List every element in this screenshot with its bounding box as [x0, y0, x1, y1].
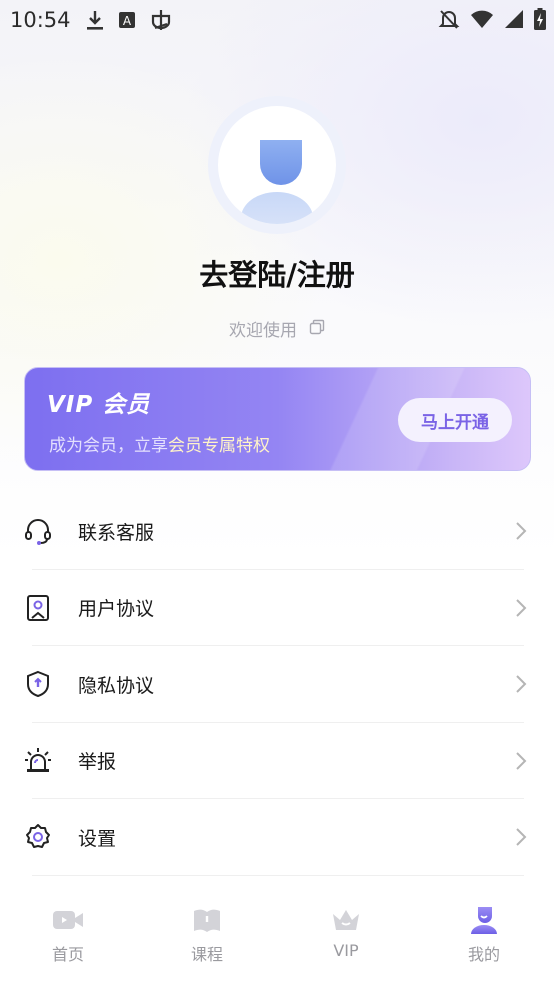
copy-icon[interactable] [309, 319, 325, 339]
signal-icon [504, 9, 524, 33]
nav-label: 我的 [467, 945, 500, 964]
bug-icon [149, 8, 173, 32]
chevron-right-icon [514, 674, 528, 694]
profile-icon [467, 903, 501, 937]
login-register-link[interactable]: 去登陆/注册 [0, 252, 554, 294]
battery-charging-icon [534, 8, 546, 34]
nav-tab-mine[interactable]: 我的 [424, 903, 544, 973]
menu-item-user-agreement[interactable]: 用户协议 [0, 570, 554, 646]
nav-tab-vip[interactable]: VIP [286, 903, 406, 973]
nav-tab-courses[interactable]: 课程 [147, 903, 267, 973]
nav-label: 首页 [51, 945, 84, 964]
default-avatar-icon [241, 140, 313, 224]
notifications-off-icon [438, 8, 460, 34]
crown-icon [329, 903, 363, 937]
settings-menu: 联系客服 用户协议 隐私协议 举报 设置 [0, 493, 554, 876]
vip-title: VIP 会员 [47, 392, 151, 418]
alarm-icon [24, 747, 52, 775]
open-vip-button[interactable]: 马上开通 [398, 398, 512, 442]
vip-card[interactable]: VIP 会员 成为会员，立享会员专属特权 马上开通 [24, 367, 531, 471]
menu-item-contact-support[interactable]: 联系客服 [0, 493, 554, 570]
menu-item-label: 举报 [78, 751, 117, 774]
menu-item-label: 联系客服 [78, 521, 155, 544]
menu-item-label: 用户协议 [78, 598, 155, 621]
chevron-right-icon [514, 521, 528, 541]
chevron-right-icon [514, 598, 528, 618]
status-right-icons [438, 8, 546, 34]
download-icon [85, 8, 105, 32]
status-bar: 10:54 A [0, 0, 554, 40]
nav-tab-home[interactable]: 首页 [8, 903, 128, 973]
menu-item-report[interactable]: 举报 [0, 723, 554, 799]
menu-item-label: 隐私协议 [78, 674, 155, 697]
book-icon [190, 903, 224, 937]
vip-subtitle-prefix: 成为会员，立享 [49, 436, 168, 456]
welcome-text: 欢迎使用 [229, 321, 297, 341]
menu-item-settings[interactable]: 设置 [0, 799, 554, 876]
vip-subtitle-highlight: 会员专属特权 [168, 436, 270, 456]
vip-subtitle: 成为会员，立享会员专属特权 [49, 431, 270, 456]
chevron-right-icon [514, 827, 528, 847]
status-time: 10:54 [10, 8, 71, 32]
svg-text:A: A [122, 14, 131, 28]
nav-label: 课程 [190, 945, 223, 964]
divider [32, 874, 524, 876]
bottom-navigation: 首页 课程 VIP 我的 [0, 895, 554, 986]
a-box-icon: A [117, 8, 137, 32]
headset-icon [24, 517, 52, 546]
video-camera-icon [51, 903, 85, 937]
wifi-icon [470, 9, 494, 33]
menu-item-label: 设置 [78, 827, 117, 850]
user-agreement-icon [24, 594, 52, 622]
shield-icon [24, 670, 52, 698]
welcome-row: 欢迎使用 [0, 316, 554, 341]
nav-label: VIP [333, 941, 359, 960]
avatar[interactable] [208, 96, 346, 234]
avatar-placeholder [218, 106, 336, 224]
chevron-right-icon [514, 751, 528, 771]
menu-item-privacy-policy[interactable]: 隐私协议 [0, 646, 554, 723]
gear-icon [24, 823, 52, 851]
